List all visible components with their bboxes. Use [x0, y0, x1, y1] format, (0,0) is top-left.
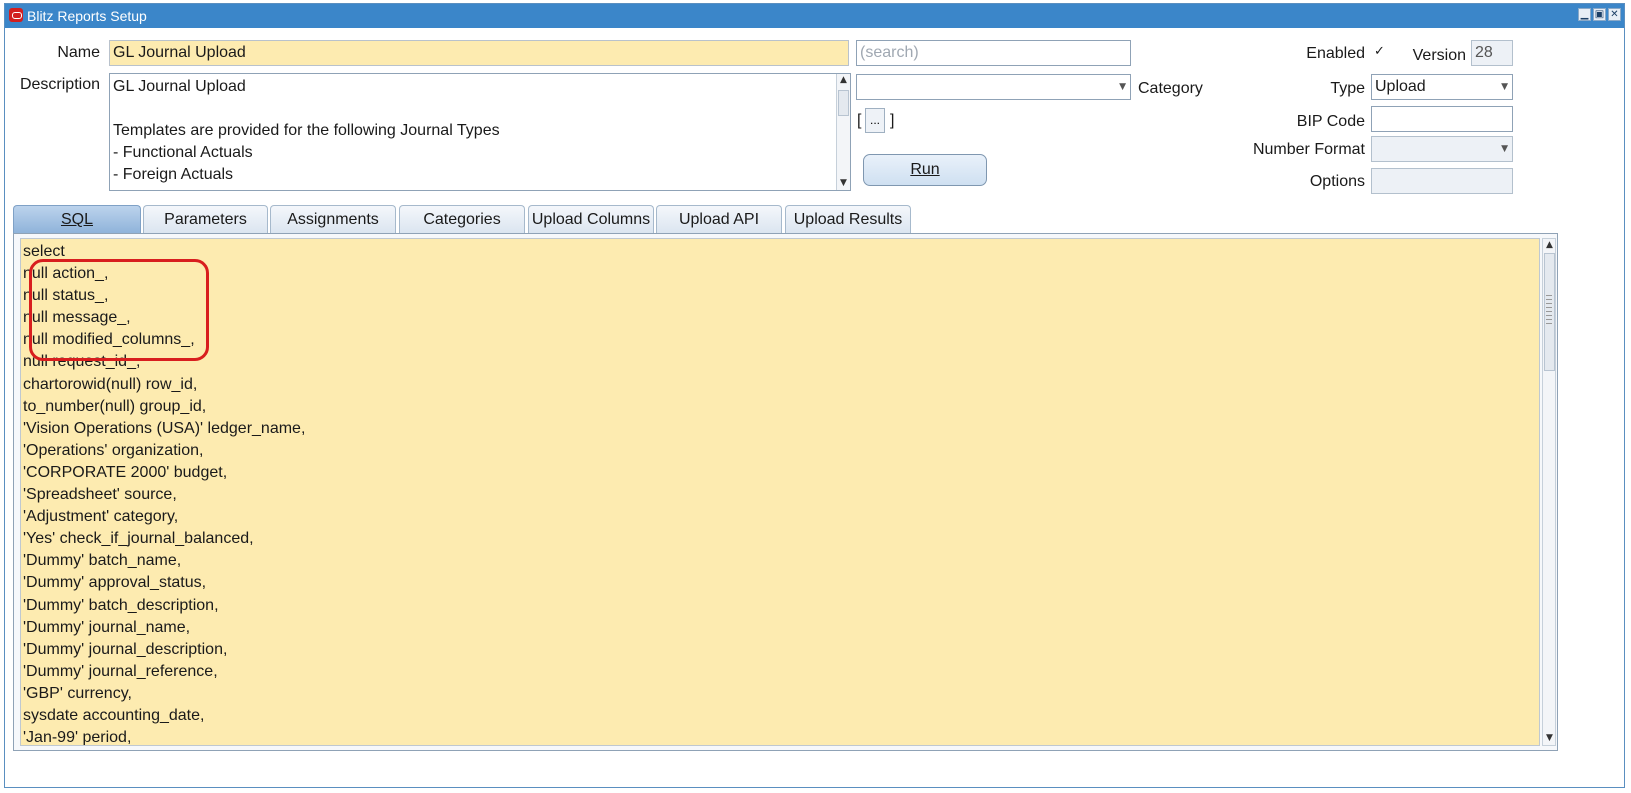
sql-line: chartorowid(null) row_id, — [23, 375, 198, 393]
category-select[interactable]: ▼ — [856, 74, 1131, 100]
enabled-checkbox[interactable]: ✓ — [1374, 45, 1387, 58]
sql-line: 'Yes' check_if_journal_balanced, — [23, 530, 254, 548]
version-field: 28 — [1471, 40, 1513, 66]
scroll-down-icon[interactable]: ▼ — [837, 177, 850, 190]
description-textarea[interactable]: GL Journal Upload Templates are provided… — [109, 73, 851, 191]
scroll-down-icon[interactable]: ▼ — [1543, 732, 1556, 745]
name-label: Name — [57, 44, 100, 61]
tab-label: Upload Results — [793, 211, 903, 228]
tab-upload-results[interactable]: Upload Results — [785, 205, 911, 233]
tab-label: Categories — [423, 211, 501, 228]
type-select[interactable]: Upload ▼ — [1371, 74, 1513, 100]
sql-tab-panel: select null action_,null status_,null mes… — [13, 233, 1558, 751]
resize-grip-icon — [1546, 295, 1552, 325]
type-label: Type — [1330, 80, 1365, 97]
sql-line: to_number(null) group_id, — [23, 397, 207, 415]
sql-line: null message_, — [23, 309, 131, 327]
chevron-down-icon: ▼ — [1119, 82, 1126, 92]
scroll-thumb[interactable] — [838, 90, 849, 116]
tab-assignments[interactable]: Assignments — [270, 205, 396, 233]
sql-line: 'Dummy' batch_name, — [23, 552, 182, 570]
sql-line: select — [23, 243, 65, 260]
tab-upload-api[interactable]: Upload API — [656, 205, 782, 233]
version-label: Version — [1412, 47, 1466, 64]
lov-button[interactable]: ... — [865, 108, 885, 133]
oracle-app-icon — [9, 8, 23, 22]
sql-line: 'Dummy' approval_status, — [23, 574, 207, 592]
minimize-icon[interactable]: ▁ — [1578, 8, 1591, 21]
category-label: Category — [1138, 80, 1203, 97]
tab-label: Assignments — [287, 211, 379, 228]
restore-icon[interactable]: ▣ — [1593, 8, 1606, 21]
chevron-down-icon: ▼ — [1501, 82, 1508, 92]
sql-line: 'Spreadsheet' source, — [23, 486, 177, 504]
number-format-label: Number Format — [1252, 141, 1365, 158]
close-icon[interactable]: ✕ — [1608, 8, 1621, 21]
title-bar[interactable]: Blitz Reports Setup ▁ ▣ ✕ — [5, 4, 1624, 28]
tab-label: Upload API — [678, 211, 760, 228]
window-title: Blitz Reports Setup — [27, 8, 147, 24]
description-scrollbar[interactable]: ▲ ▼ — [836, 74, 850, 190]
enabled-label: Enabled — [1306, 45, 1365, 62]
type-value: Upload — [1375, 78, 1426, 95]
sql-line: 'GBP' currency, — [23, 684, 132, 702]
sql-line: 'Dummy' journal_description, — [23, 640, 228, 658]
tab-parameters[interactable]: Parameters — [143, 205, 268, 233]
sql-line: null request_id_, — [23, 353, 141, 371]
bip-code-label: BIP Code — [1296, 113, 1365, 130]
sql-line: 'Operations' organization, — [23, 441, 204, 459]
setup-form: Name GL Journal Upload (search) Descript… — [5, 28, 1624, 787]
sql-line: null modified_columns_, — [23, 331, 195, 349]
sql-editor[interactable]: select null action_,null status_,null mes… — [20, 238, 1540, 746]
sql-line: 'Vision Operations (USA)' ledger_name, — [23, 419, 306, 437]
tab-upload-columns[interactable]: Upload Columns — [528, 205, 654, 233]
run-label: Run — [910, 161, 940, 178]
scroll-up-icon[interactable]: ▲ — [837, 74, 850, 87]
lov-bracket-open: [ — [857, 112, 862, 129]
lov-bracket-close: ] — [890, 112, 895, 129]
chevron-down-icon: ▼ — [1501, 144, 1508, 154]
sql-scrollbar[interactable]: ▲ ▼ — [1542, 238, 1556, 746]
number-format-select[interactable]: ▼ — [1371, 136, 1513, 162]
scroll-up-icon[interactable]: ▲ — [1543, 239, 1556, 252]
sql-line: null action_, — [23, 265, 109, 283]
description-label: Description — [19, 76, 100, 93]
sql-text: select null action_,null status_,null mes… — [23, 241, 306, 746]
description-text: GL Journal Upload Templates are provided… — [113, 78, 500, 183]
sql-line: 'Dummy' journal_name, — [23, 618, 191, 636]
search-input[interactable]: (search) — [856, 40, 1131, 66]
sql-line: sysdate accounting_date, — [23, 706, 205, 724]
tab-categories[interactable]: Categories — [399, 205, 525, 233]
sql-line: 'Adjustment' category, — [23, 508, 179, 526]
run-button[interactable]: Run — [863, 154, 987, 186]
sql-line: 'Dummy' batch_description, — [23, 596, 219, 614]
bip-code-field[interactable] — [1371, 106, 1513, 132]
options-field[interactable] — [1371, 168, 1513, 194]
sql-line: 'Jan-99' period, — [23, 729, 132, 746]
tab-label: Upload Columns — [531, 211, 651, 228]
tab-label: SQL — [60, 211, 93, 228]
window-controls: ▁ ▣ ✕ — [1578, 8, 1621, 21]
blitz-reports-setup-window: Blitz Reports Setup ▁ ▣ ✕ Name GL Journa… — [4, 3, 1625, 788]
sql-line: 'CORPORATE 2000' budget, — [23, 463, 228, 481]
tab-sql[interactable]: SQL — [13, 205, 141, 233]
search-placeholder: (search) — [860, 44, 919, 61]
tab-label: Parameters — [164, 211, 247, 228]
name-field[interactable]: GL Journal Upload — [109, 40, 849, 66]
options-label: Options — [1309, 173, 1365, 190]
sql-line: null status_, — [23, 287, 109, 305]
sql-line: 'Dummy' journal_reference, — [23, 662, 218, 680]
